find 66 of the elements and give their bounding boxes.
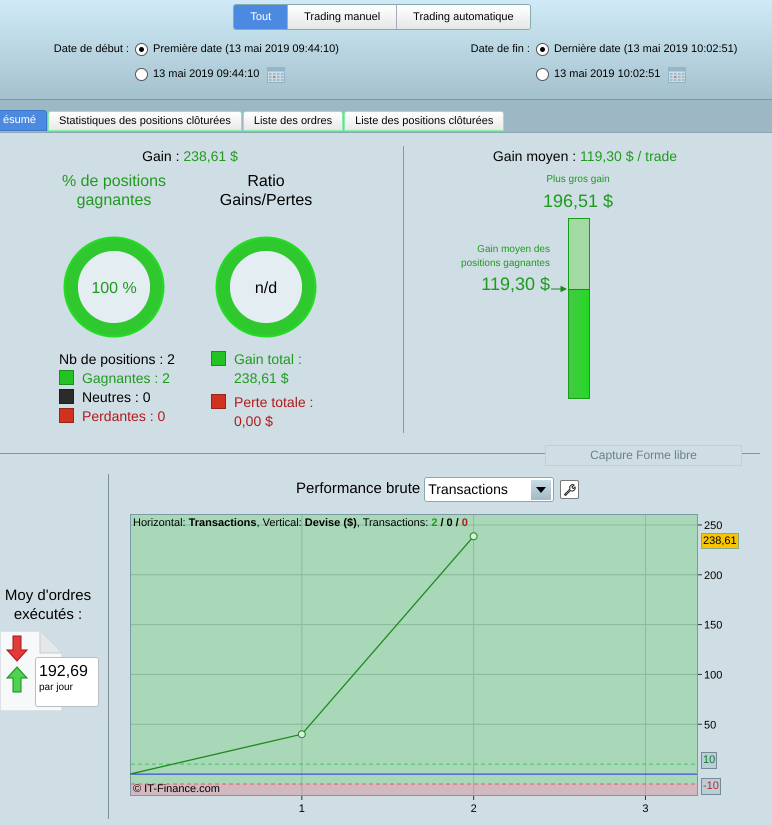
wrench-icon — [563, 483, 576, 496]
date-label: Date de début : — [52, 42, 130, 57]
orders-value: 192,69 — [39, 663, 88, 681]
tab[interactable]: Statistiques des positions clôturées — [48, 111, 242, 131]
date-label: Date de fin : — [470, 42, 531, 57]
x-tick: 1 — [298, 796, 305, 815]
mode-tab[interactable]: Trading automatique — [396, 5, 530, 29]
y-tick-label: 200 — [704, 570, 722, 582]
transaction-count: 0 — [446, 516, 453, 531]
radio-button[interactable] — [135, 68, 148, 81]
gain-summary: Gain : 238,61 $ — [141, 147, 239, 166]
legend-label: Gain total : 238,61 $ — [234, 350, 303, 388]
settings-button[interactable] — [560, 480, 580, 499]
y-tick-label: 50 — [704, 719, 716, 732]
average-gain: Gain moyen : 119,30 $ / trade — [492, 147, 678, 166]
y-tick: 150 — [698, 620, 722, 632]
dropdown-icon — [531, 480, 552, 500]
y-tick: 100 — [698, 669, 722, 682]
marker-value: 119,30 $ — [481, 273, 550, 295]
transaction-count: 0 — [462, 516, 468, 531]
y-tick: 200 — [698, 570, 722, 582]
x-tick-label: 1 — [298, 803, 305, 815]
radio-button[interactable] — [536, 68, 549, 81]
max-gain-value: 196,51 $ — [542, 190, 614, 213]
y-tick: 50 — [698, 719, 716, 732]
mode-tab[interactable]: Trading manuel — [287, 5, 396, 29]
tab[interactable]: Liste des positions clôturées — [344, 111, 504, 131]
y-tick-label: 250 — [704, 520, 722, 532]
tab[interactable]: Liste des ordres — [242, 111, 344, 131]
chart-title: Performance brute — [296, 479, 420, 500]
legend-label: Perte totale : 0,00 $ — [234, 393, 314, 431]
x-tick-label: 2 — [470, 803, 477, 815]
copyright-text: © IT-Finance.com — [133, 782, 220, 797]
chart-legend: Horizontal: Transactions, Vertical: Devise ($), Transactions: — [133, 515, 428, 532]
transaction-count: / — [440, 516, 444, 531]
legend-label: Nb de positions : 2 — [59, 350, 175, 369]
transaction-count: / — [456, 516, 459, 531]
reference-label: 10 — [701, 752, 718, 770]
date-option: Dernière date (13 mai 2019 10:02:51) — [554, 41, 738, 58]
legend-label: Gagnantes : 2 — [82, 369, 170, 388]
marker-label: Gain moyen des positions gagnantes — [460, 243, 550, 271]
x-tick-label: 3 — [642, 803, 649, 815]
orders-unit: par jour — [39, 681, 73, 695]
date-option: Première date (13 mai 2019 09:44:10) — [153, 41, 339, 58]
gauge-title: Ratio Gains/Pertes — [218, 172, 314, 211]
x-tick: 2 — [470, 796, 477, 815]
gauge-value: 100 % — [91, 279, 137, 297]
gauge-title: % de positions gagnantes — [60, 172, 168, 211]
gauge-value: n/d — [254, 279, 278, 297]
max-gain-label: Plus gros gain — [545, 173, 611, 187]
chart-type-select[interactable]: Transactions — [424, 477, 554, 502]
date-option: 13 mai 2019 10:02:51 — [554, 66, 660, 83]
radio-button[interactable] — [135, 43, 148, 56]
radio-button[interactable] — [536, 43, 549, 56]
pointer-arrow — [551, 286, 567, 292]
y-tick-label: 100 — [704, 669, 722, 682]
value-label: 238,61 — [701, 533, 739, 550]
date-option: 13 mai 2019 09:44:10 — [153, 66, 260, 83]
y-tick: 250 — [698, 520, 722, 532]
legend-label: Perdantes : 0 — [82, 407, 166, 426]
legend-label: Neutres : 0 — [82, 388, 150, 407]
transaction-count: 2 — [431, 516, 438, 531]
orders-label: Moy d'ordres exécutés : — [4, 586, 92, 624]
x-tick: 3 — [642, 796, 649, 815]
y-tick-label: 150 — [704, 620, 722, 632]
reference-label: -10 — [701, 778, 721, 796]
